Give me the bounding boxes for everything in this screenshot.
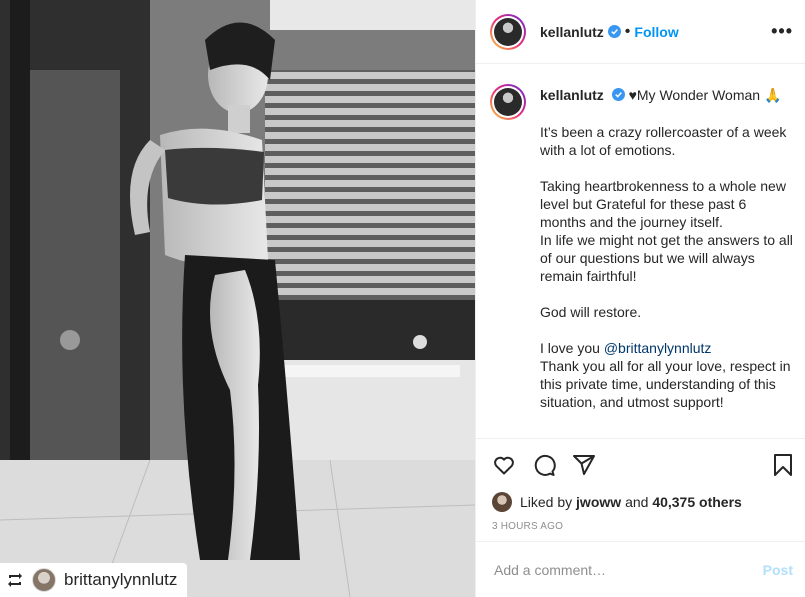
post-timestamp[interactable]: 3 HOURS AGO [476, 513, 805, 532]
caption-line: In life we might not get the answers to … [540, 232, 793, 284]
post-sidebar: kellanlutz • Follow ••• kellanlutz ♥My W… [475, 0, 805, 597]
more-options-button[interactable]: ••• [771, 21, 793, 42]
caption-body: kellanlutz ♥My Wonder Woman 🙏 It’s been … [540, 86, 795, 438]
verified-badge-icon [611, 88, 625, 101]
caption-username[interactable]: kellanlutz [540, 87, 604, 103]
post-header: kellanlutz • Follow ••• [476, 0, 805, 64]
liker-username[interactable]: jwoww [576, 494, 621, 510]
comment-composer: Post [476, 541, 805, 597]
caption-line: I love you @brittanylynnlutz [540, 340, 712, 356]
caption-line: Thank you all for all your love, respect… [540, 358, 791, 410]
caption-line: God will restore. [540, 304, 642, 320]
mention-link[interactable]: @brittanylynnlutz [604, 340, 712, 356]
caption-avatar[interactable] [490, 84, 526, 120]
bookmark-icon[interactable] [771, 453, 795, 477]
repost-username: brittanylynnlutz [64, 570, 178, 589]
caption-line: It’s been a crazy rollercoaster of a wee… [540, 124, 787, 158]
verified-badge-icon [607, 25, 621, 38]
separator-dot: • [624, 22, 631, 40]
comment-input[interactable] [492, 560, 763, 579]
heart-icon[interactable] [492, 453, 516, 477]
follow-button[interactable]: Follow [634, 24, 678, 40]
likes-summary: Liked by jwoww and 40,375 others [476, 491, 805, 513]
post-actions: Liked by jwoww and 40,375 others 3 HOURS… [476, 438, 805, 532]
repost-icon [8, 573, 22, 587]
instagram-post: brittanylynnlutz kellanlutz • Follow •••… [0, 0, 805, 597]
repost-credit[interactable]: brittanylynnlutz [0, 563, 188, 597]
comment-icon[interactable] [532, 453, 556, 477]
liker-avatar[interactable] [492, 492, 512, 512]
photo-illustration [0, 0, 475, 597]
author-username[interactable]: kellanlutz [540, 24, 604, 40]
caption: kellanlutz ♥My Wonder Woman 🙏 It’s been … [476, 64, 805, 438]
post-comment-button[interactable]: Post [763, 562, 793, 578]
repost-avatar [32, 568, 56, 592]
likes-count[interactable]: 40,375 others [652, 494, 742, 510]
caption-title: ♥My Wonder Woman 🙏 [628, 87, 782, 103]
caption-line: Taking heartbrokenness to a whole new le… [540, 178, 786, 230]
author-avatar[interactable] [490, 14, 526, 50]
post-photo[interactable]: brittanylynnlutz [0, 0, 475, 597]
share-icon[interactable] [572, 453, 596, 477]
